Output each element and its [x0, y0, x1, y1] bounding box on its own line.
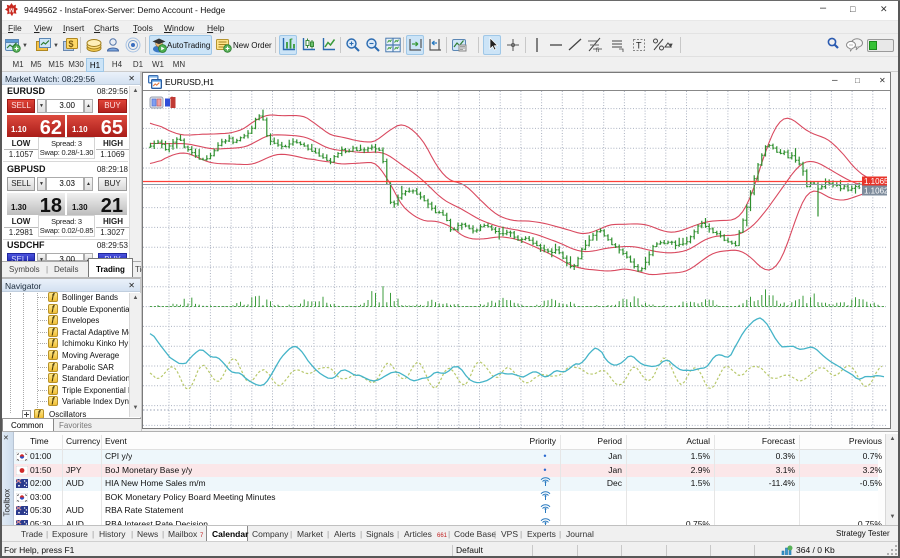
svg-text:fi: fi	[596, 48, 599, 53]
svg-text:1.1065: 1.1065	[864, 177, 889, 186]
svg-text:T: T	[636, 41, 642, 51]
svg-text:1.1062: 1.1062	[864, 187, 889, 196]
svg-text:$: $	[69, 39, 74, 49]
